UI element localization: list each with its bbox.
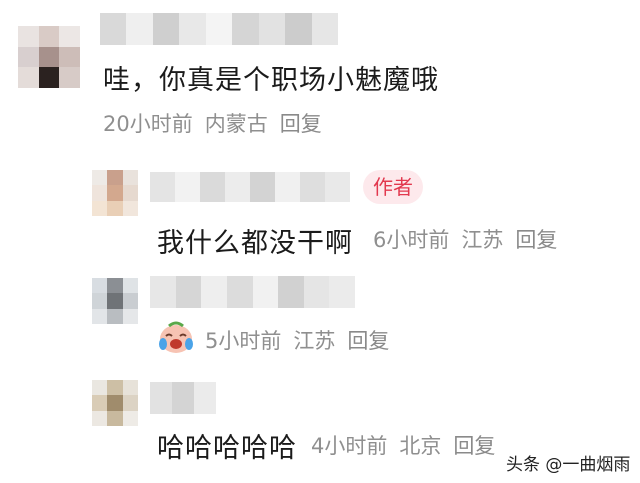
comment-meta: 4小时前 北京 回复: [311, 430, 507, 460]
username[interactable]: [150, 172, 350, 202]
comment-time: 6小时前: [373, 228, 450, 252]
username[interactable]: [150, 276, 355, 308]
username[interactable]: [100, 13, 338, 45]
watermark: 头条 @一曲烟雨: [506, 455, 631, 475]
username[interactable]: [150, 382, 216, 414]
comment-time: 20小时前: [103, 112, 193, 136]
avatar[interactable]: [18, 26, 80, 88]
avatar[interactable]: [92, 380, 138, 426]
reply-button[interactable]: 回复: [453, 434, 495, 458]
comment-time: 4小时前: [311, 434, 388, 458]
comment-meta: 6小时前 江苏 回复: [373, 224, 569, 254]
comment-time: 5小时前: [205, 329, 282, 353]
comment-location: 内蒙古: [204, 112, 268, 136]
reply-button[interactable]: 回复: [280, 112, 322, 136]
comment-location: 江苏: [293, 329, 336, 353]
comment-meta: 20小时前 内蒙古 回复: [103, 108, 334, 138]
avatar[interactable]: [92, 170, 138, 216]
reply-button[interactable]: 回复: [347, 329, 389, 353]
avatar[interactable]: [92, 278, 138, 324]
comment-text: 哈哈哈哈哈: [157, 433, 297, 464]
laughing-face-emoji-icon: [157, 318, 195, 356]
comment-text: 哇，你真是个职场小魅魔哦: [103, 65, 439, 96]
comment-location: 江苏: [461, 228, 504, 252]
comment-meta: 5小时前 江苏 回复: [205, 325, 401, 355]
comment-text: 我什么都没干啊: [157, 228, 353, 259]
reply-button[interactable]: 回复: [515, 228, 557, 252]
comment-location: 北京: [399, 434, 442, 458]
author-badge: 作者: [363, 170, 423, 204]
